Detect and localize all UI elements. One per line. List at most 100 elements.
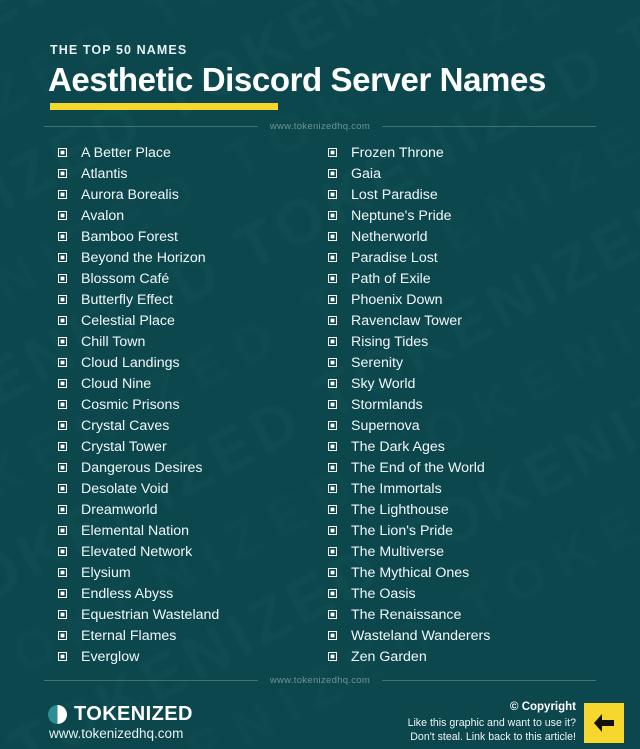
list-item: Path of Exile [328, 268, 640, 289]
list-item: Sky World [328, 373, 640, 394]
bullet-square-icon [328, 400, 337, 410]
list-item: Everglow [58, 646, 320, 667]
server-name-label: Bamboo Forest [81, 228, 178, 245]
list-item: Serenity [328, 352, 640, 373]
list-item: Dreamworld [58, 499, 320, 520]
server-name-label: Beyond the Horizon [81, 249, 206, 266]
server-name-label: Stormlands [351, 396, 423, 413]
list-item: Desolate Void [58, 478, 320, 499]
infographic-poster: TOKENIZED TOKENIZED TOKENIZED TOKENIZED … [0, 0, 640, 749]
list-item: Atlantis [58, 163, 320, 184]
names-columns: A Better Place Atlantis Aurora Borealis Ava… [0, 132, 640, 667]
server-name-label: Sky World [351, 375, 416, 392]
list-item: Elevated Network [58, 541, 320, 562]
bullet-square-icon [58, 190, 67, 200]
server-name-label: Celestial Place [81, 312, 175, 329]
list-item: Paradise Lost [328, 247, 640, 268]
list-item: The Dark Ages [328, 436, 640, 457]
bullet-square-icon [58, 379, 67, 389]
bullet-square-icon [58, 568, 67, 578]
bullet-square-icon [328, 379, 337, 389]
names-column-right: Frozen Throne Gaia Lost Paradise Neptune's … [320, 142, 640, 667]
server-name-label: Neptune's Pride [351, 207, 452, 224]
server-name-label: Netherworld [351, 228, 428, 245]
divider-rule-left [44, 126, 258, 128]
bullet-square-icon [58, 337, 67, 347]
server-name-label: A Better Place [81, 144, 171, 161]
bullet-square-icon [328, 652, 337, 662]
server-name-label: Butterfly Effect [81, 291, 173, 308]
bullet-square-icon [328, 190, 337, 200]
server-name-label: Eternal Flames [81, 627, 177, 644]
list-item: The Lion's Pride [328, 520, 640, 541]
bullet-square-icon [328, 316, 337, 326]
list-item: The Mythical Ones [328, 562, 640, 583]
bullet-square-icon [328, 169, 337, 179]
bullet-square-icon [58, 316, 67, 326]
bullet-square-icon [328, 610, 337, 620]
server-name-label: Equestrian Wasteland [81, 606, 220, 623]
server-name-label: Elysium [81, 564, 131, 581]
server-name-label: Path of Exile [351, 270, 431, 287]
server-name-label: Wasteland Wanderers [351, 627, 491, 644]
bullet-square-icon [58, 610, 67, 620]
bullet-square-icon [58, 274, 67, 284]
server-name-label: Crystal Caves [81, 417, 170, 434]
server-name-label: Zen Garden [351, 648, 427, 665]
title-underline [50, 103, 278, 111]
brand-block: TOKENIZED www.tokenizedhq.com [48, 704, 193, 741]
divider-url: www.tokenizedhq.com [269, 121, 371, 133]
top-divider: www.tokenizedhq.com [0, 121, 640, 132]
list-item: The Multiverse [328, 541, 640, 562]
list-item: Supernova [328, 415, 640, 436]
bullet-square-icon [328, 442, 337, 452]
list-item: The Immortals [328, 478, 640, 499]
server-name-label: Blossom Café [81, 270, 170, 287]
list-item: Elysium [58, 562, 320, 583]
server-name-label: Crystal Tower [81, 438, 167, 455]
server-name-label: Aurora Borealis [81, 186, 179, 203]
bullet-square-icon [58, 211, 67, 221]
bullet-square-icon [58, 232, 67, 242]
bullet-square-icon [328, 358, 337, 368]
bullet-square-icon [328, 253, 337, 263]
bullet-square-icon [58, 505, 67, 515]
bullet-square-icon [58, 400, 67, 410]
bullet-square-icon [328, 463, 337, 473]
page-title: Aesthetic Discord Server Names [48, 60, 546, 98]
bullet-square-icon [58, 526, 67, 536]
bottom-divider: www.tokenizedhq.com [0, 675, 640, 686]
tokenized-logo-icon [48, 704, 67, 724]
list-item: Netherworld [328, 226, 640, 247]
server-name-label: Elevated Network [81, 543, 193, 560]
bullet-square-icon [328, 337, 337, 347]
bullet-square-icon [328, 148, 337, 158]
list-item: Bamboo Forest [58, 226, 320, 247]
list-item: Wasteland Wanderers [328, 625, 640, 646]
list-item: Blossom Café [58, 268, 320, 289]
list-item: Aurora Borealis [58, 184, 320, 205]
server-name-label: Ravenclaw Tower [351, 312, 462, 329]
list-item: Crystal Caves [58, 415, 320, 436]
list-item: Elemental Nation [58, 520, 320, 541]
poster-footer: TOKENIZED www.tokenizedhq.com © Copyrigh… [0, 686, 640, 744]
bullet-square-icon [328, 505, 337, 515]
bullet-square-icon [58, 484, 67, 494]
server-name-label: The End of the World [351, 459, 485, 476]
bullet-square-icon [58, 589, 67, 599]
bullet-square-icon [328, 568, 337, 578]
brand-url: www.tokenizedhq.com [49, 726, 184, 742]
bullet-square-icon [58, 652, 67, 662]
list-item: Zen Garden [328, 646, 640, 667]
server-name-label: Dreamworld [81, 501, 158, 518]
arrow-left-icon[interactable] [584, 702, 624, 743]
brand-name: TOKENIZED [74, 703, 193, 726]
list-item: Rising Tides [328, 331, 640, 352]
copyright-line-1: Like this graphic and want to use it? [407, 716, 576, 729]
list-item: Cloud Landings [58, 352, 320, 373]
bullet-square-icon [58, 148, 67, 158]
server-name-label: Atlantis [81, 165, 128, 182]
list-item: Endless Abyss [58, 583, 320, 604]
eyebrow-label: THE TOP 50 NAMES [50, 43, 188, 57]
list-item: Celestial Place [58, 310, 320, 331]
